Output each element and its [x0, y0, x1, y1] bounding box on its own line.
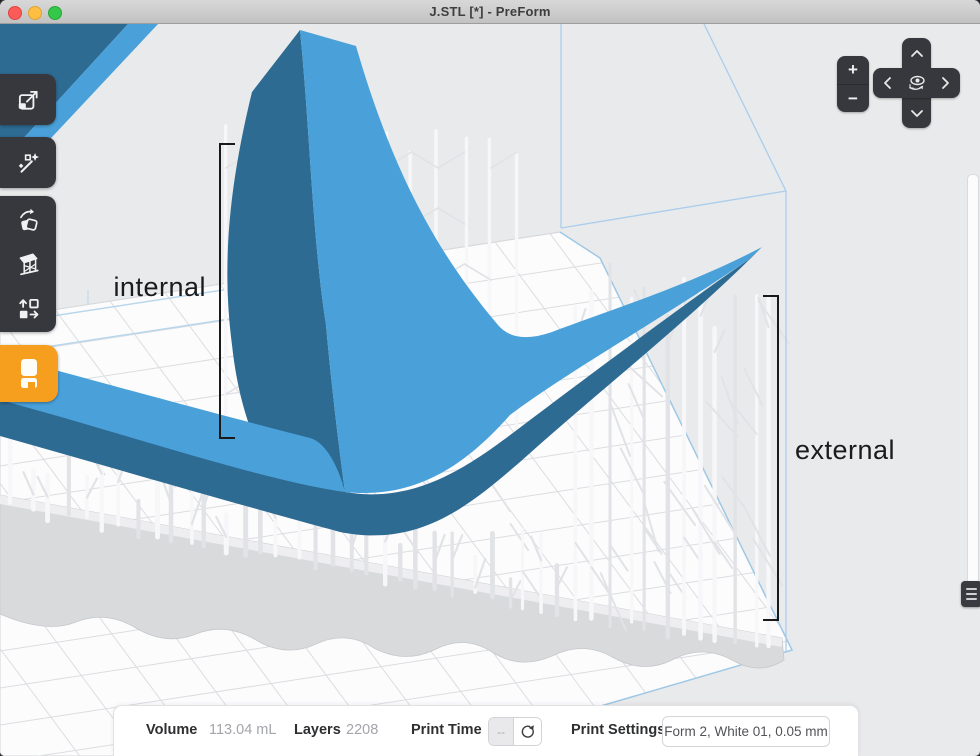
orbit-pad	[873, 38, 960, 128]
orbit-right-button[interactable]	[931, 68, 960, 98]
volume-label: Volume	[146, 722, 197, 738]
layers-value: 2208	[346, 722, 378, 738]
rotate-icon	[15, 207, 41, 233]
zoom-out-button[interactable]: −	[837, 84, 869, 113]
layers-label: Layers	[294, 722, 341, 738]
layout-tool-button[interactable]	[0, 286, 56, 330]
scene-3d	[0, 24, 980, 756]
preform-window: internal external J.STL [*] - PreForm	[0, 0, 980, 756]
window-title: J.STL [*] - PreForm	[0, 4, 980, 19]
chevron-left-icon	[883, 76, 892, 90]
chevron-up-icon	[910, 49, 924, 58]
orbit-up-button[interactable]	[902, 38, 931, 68]
refresh-icon	[520, 724, 536, 740]
internal-label: internal	[58, 272, 206, 303]
orbit-down-button[interactable]	[902, 98, 931, 128]
tool-group	[0, 196, 56, 332]
scale-icon	[15, 87, 41, 113]
print-time-refresh-button[interactable]	[514, 718, 541, 745]
chevron-right-icon	[941, 76, 950, 90]
internal-bracket	[219, 143, 235, 439]
volume-value: 113.04 mL	[209, 722, 276, 738]
orbit-eye-icon	[906, 72, 928, 94]
print-tool-button[interactable]	[0, 345, 58, 402]
side-panel-handle[interactable]	[967, 174, 979, 600]
print-time-value: --	[489, 718, 514, 745]
supports-tool-button[interactable]	[0, 242, 56, 286]
print-time-label: Print Time	[411, 722, 482, 738]
orbit-center-button[interactable]	[902, 68, 931, 98]
one-click-print-tool-button[interactable]	[0, 137, 56, 188]
print-time-chip: --	[488, 717, 542, 746]
layout-icon	[15, 295, 41, 321]
panel-toggle-button[interactable]	[961, 581, 980, 607]
chevron-down-icon	[910, 109, 924, 118]
zoom-controls: + −	[837, 56, 869, 112]
size-tool-button[interactable]	[0, 74, 56, 125]
viewport-3d[interactable]: internal external	[0, 24, 980, 756]
orbit-left-button[interactable]	[873, 68, 902, 98]
zoom-in-button[interactable]: +	[837, 56, 869, 84]
magic-wand-icon	[15, 150, 41, 176]
supports-icon	[15, 251, 41, 277]
orient-tool-button[interactable]	[0, 198, 56, 242]
external-label: external	[795, 435, 895, 466]
cartridge-icon	[14, 357, 44, 391]
status-bar: Volume 113.04 mL Layers 2208 Print Time …	[113, 705, 859, 756]
print-settings-button[interactable]: Form 2, White 01, 0.05 mm	[662, 716, 830, 747]
external-bracket	[763, 295, 779, 621]
print-settings-value: Form 2, White 01, 0.05 mm	[664, 724, 828, 739]
titlebar: J.STL [*] - PreForm	[0, 0, 980, 24]
print-settings-label: Print Settings	[571, 722, 665, 738]
